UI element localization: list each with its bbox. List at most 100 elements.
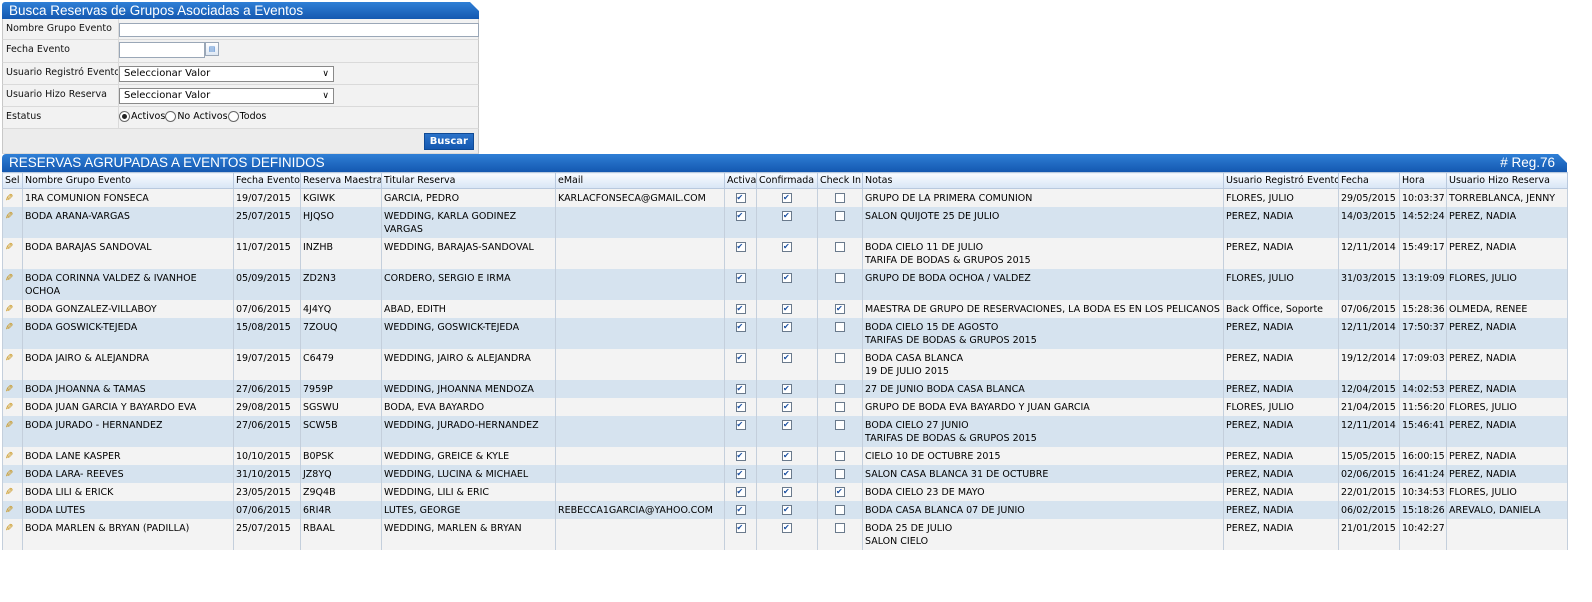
table-row[interactable]: ✎ BODA BARAJAS SANDOVAL 11/07/2015 INZHB WED… [2,238,1568,269]
checkin-checkbox[interactable] [835,384,845,394]
confirmada-checkbox[interactable] [782,503,792,516]
checkin-checkbox[interactable] [835,523,845,533]
checkin-checkbox[interactable] [835,469,845,479]
checkin-checkbox[interactable] [835,273,845,283]
confirmada-checkbox[interactable] [782,521,792,534]
checkin-checkbox[interactable] [835,302,845,315]
col-notas[interactable]: Notas [862,172,1224,189]
confirmada-checkbox[interactable] [782,271,792,284]
pencil-icon[interactable]: ✎ [5,522,13,535]
pencil-icon[interactable]: ✎ [5,210,13,223]
pencil-icon[interactable]: ✎ [5,450,13,463]
table-row[interactable]: ✎ BODA ARANA-VARGAS 25/07/2015 HJQSO WEDDING… [2,207,1568,238]
activa-checkbox[interactable] [735,382,746,395]
activa-checkbox[interactable] [735,351,746,364]
activa-checkbox[interactable] [735,449,746,462]
table-row[interactable]: ✎ BODA MARLEN & BRYAN (PADILLA) 25/07/2015… [2,519,1568,550]
fecha-evento-cell: 29/08/2015 [233,398,301,416]
confirmada-checkbox[interactable] [782,418,792,431]
checkin-checkbox[interactable] [835,505,845,515]
activa-checkbox[interactable] [735,400,746,413]
activa-checkbox[interactable] [735,503,746,516]
usuario-registro-select[interactable]: Seleccionar Valor ∨ [119,66,334,82]
pencil-icon[interactable]: ✎ [5,419,13,432]
checkin-checkbox[interactable] [835,402,845,412]
col-fecha[interactable]: Fecha [1338,172,1400,189]
table-row[interactable]: ✎ BODA LARA- REEVES 31/10/2015 JZ8YQ WEDDING… [2,465,1568,483]
confirmada-checkbox[interactable] [782,449,792,462]
activa-checkbox[interactable] [735,240,746,253]
checkin-checkbox[interactable] [835,485,845,498]
calendar-icon[interactable]: ▤ [205,42,219,56]
col-checkin[interactable]: Check In [817,172,863,189]
table-row[interactable]: ✎ BODA LILI & ERICK 23/05/2015 Z9Q4B WEDDING… [2,483,1568,501]
nombre-grupo-input[interactable] [119,23,479,37]
pencil-icon[interactable]: ✎ [5,192,13,205]
checkin-checkbox[interactable] [835,322,845,332]
confirmada-checkbox[interactable] [782,382,792,395]
activa-checkbox[interactable] [735,320,746,333]
checkin-checkbox[interactable] [835,193,845,203]
table-row[interactable]: ✎ BODA GOSWICK-TEJEDA 15/08/2015 7ZOUQ WEDDI… [2,318,1568,349]
confirmada-checkbox[interactable] [782,467,792,480]
table-row[interactable]: ✎ BODA JURADO - HERNANDEZ 27/06/2015 SCW5B W… [2,416,1568,447]
col-reserva-maestra[interactable]: Reserva Maestra [300,172,382,189]
checkin-checkbox[interactable] [835,420,845,430]
pencil-icon[interactable]: ✎ [5,486,13,499]
col-hora[interactable]: Hora [1399,172,1447,189]
col-nombre-grupo[interactable]: Nombre Grupo Evento [22,172,234,189]
pencil-icon[interactable]: ✎ [5,468,13,481]
checkin-checkbox[interactable] [835,451,845,461]
activa-checkbox[interactable] [735,467,746,480]
pencil-icon[interactable]: ✎ [5,272,13,285]
checkin-checkbox[interactable] [835,353,845,363]
table-row[interactable]: ✎ BODA CORINNA VALDEZ & IVANHOE OCHOA 05/0… [2,269,1568,300]
confirmada-checkbox[interactable] [782,351,792,364]
usuario-reserva-select[interactable]: Seleccionar Valor ∨ [119,88,334,104]
col-usuario-reserva[interactable]: Usuario Hizo Reserva [1446,172,1568,189]
checkin-checkbox[interactable] [835,242,845,252]
pencil-icon[interactable]: ✎ [5,321,13,334]
col-activa[interactable]: Activa [724,172,757,189]
radio-todos[interactable] [227,111,239,122]
pencil-icon[interactable]: ✎ [5,241,13,254]
radio-no-activos[interactable] [165,111,177,122]
activa-checkbox[interactable] [735,302,746,315]
confirmada-checkbox[interactable] [782,400,792,413]
col-email[interactable]: eMail [555,172,725,189]
pencil-icon[interactable]: ✎ [5,401,13,414]
activa-checkbox[interactable] [735,271,746,284]
table-row[interactable]: ✎ BODA LUTES 07/06/2015 6RI4R LUTES, GEORGE R… [2,501,1568,519]
radio-activos[interactable] [119,111,130,122]
confirmada-checkbox[interactable] [782,191,792,204]
confirmada-checkbox[interactable] [782,240,792,253]
col-sel[interactable]: Sel [2,172,23,189]
table-row[interactable]: ✎ BODA LANE KASPER 10/10/2015 B0PSK WEDDING,… [2,447,1568,465]
col-confirmada[interactable]: Confirmada [756,172,818,189]
col-titular[interactable]: Titular Reserva [381,172,556,189]
activa-checkbox[interactable] [735,485,746,498]
table-row[interactable]: ✎ BODA JUAN GARCIA Y BAYARDO EVA 29/08/201… [2,398,1568,416]
confirmada-checkbox[interactable] [782,209,792,222]
fecha-evento-input[interactable] [119,42,205,58]
confirmada-checkbox[interactable] [782,320,792,333]
buscar-button[interactable]: Buscar [423,133,474,150]
activa-checkbox[interactable] [735,191,746,204]
pencil-icon[interactable]: ✎ [5,383,13,396]
activa-checkbox[interactable] [735,521,746,534]
confirmada-checkbox[interactable] [782,485,792,498]
confirmada-checkbox[interactable] [782,302,792,315]
table-row[interactable]: ✎ BODA GONZALEZ-VILLABOY 07/06/2015 4J4YQ AB… [2,300,1568,318]
activa-checkbox[interactable] [735,209,746,222]
table-row[interactable]: ✎ 1RA COMUNION FONSECA 19/07/2015 KGIWK GARC… [2,188,1568,207]
table-row[interactable]: ✎ BODA JAIRO & ALEJANDRA 19/07/2015 C6479 WE… [2,349,1568,380]
pencil-icon[interactable]: ✎ [5,504,13,517]
pencil-icon[interactable]: ✎ [5,303,13,316]
pencil-icon[interactable]: ✎ [5,352,13,365]
table-row[interactable]: ✎ BODA JHOANNA & TAMAS 27/06/2015 7959P WEDD… [2,380,1568,398]
col-fecha-evento[interactable]: Fecha Evento [233,172,301,189]
col-usuario-registro[interactable]: Usuario Registró Evento [1223,172,1339,189]
checkin-checkbox[interactable] [835,211,845,221]
reserva-maestra-cell: HJQSO [300,207,382,238]
activa-checkbox[interactable] [735,418,746,431]
